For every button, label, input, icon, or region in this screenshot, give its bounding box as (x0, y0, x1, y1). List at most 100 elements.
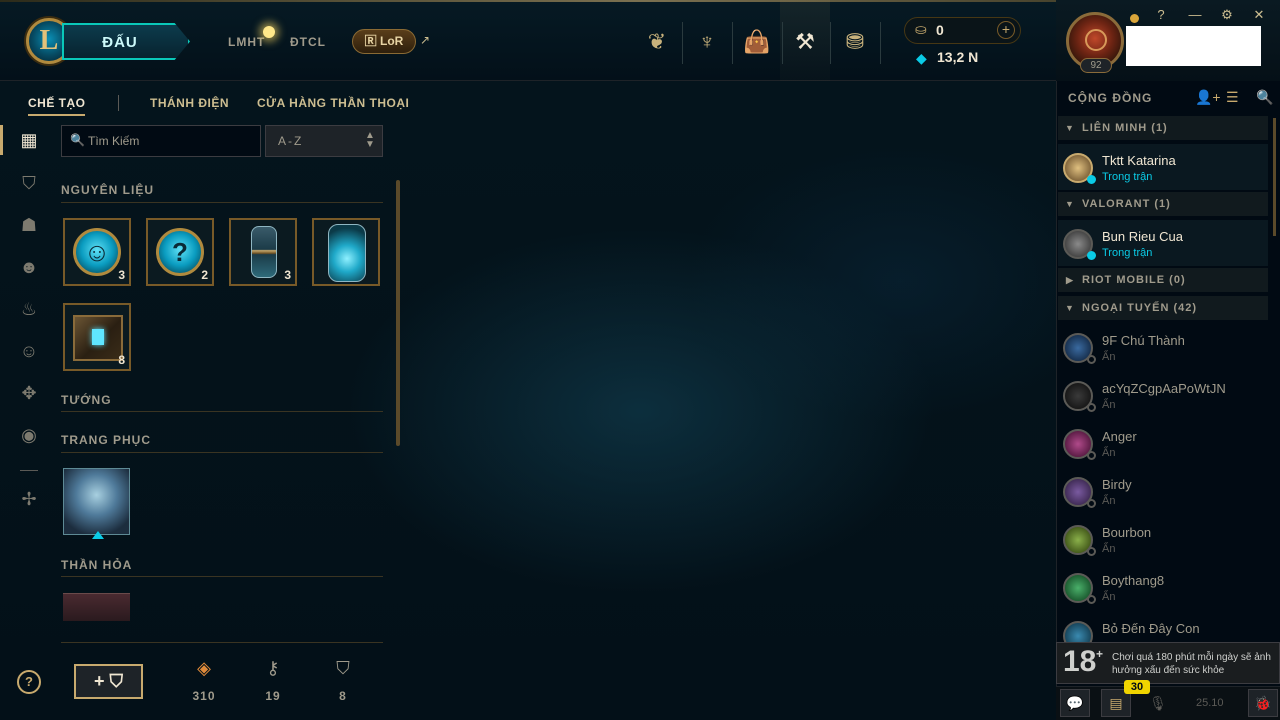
section-divider (61, 202, 383, 203)
add-friend-icon[interactable]: 👤+ (1195, 89, 1221, 106)
help-icon[interactable]: ? (1153, 7, 1169, 22)
orange-essence-icon: ◈ (197, 658, 211, 678)
friend-name: Bourbon (1102, 525, 1152, 540)
settings-icon[interactable]: ⚙ (1219, 7, 1235, 23)
loot-item-emote-orb[interactable]: ☺ 3 (63, 218, 131, 286)
loot-item-hextech-chest[interactable]: 8 (63, 303, 131, 371)
ward-filter-icon[interactable]: ♨ (17, 297, 41, 321)
emote-orb-icon: ☺ (73, 228, 121, 276)
nav-separator (782, 22, 783, 64)
chest-filter-icon[interactable]: ⛉ (17, 171, 41, 195)
loot-count: 3 (118, 268, 125, 282)
health-warning-banner: 18 + Chơi quá 180 phút mỗi ngày sẽ ảnh h… (1056, 642, 1280, 684)
rail-active-bar (0, 125, 3, 155)
skin-filter-icon[interactable]: ☻ (17, 255, 41, 279)
chat-icon[interactable]: 💬 (1060, 689, 1090, 717)
microphone-icon[interactable]: 🎙 (1143, 689, 1173, 717)
chevron-down-icon: ▼ (1065, 123, 1075, 133)
status-dot-icon[interactable] (1130, 14, 1139, 23)
section-materials: NGUYÊN LIỆU (61, 183, 155, 197)
icon-filter-icon[interactable]: ◉ (17, 423, 41, 447)
rp-icon: ⛀ (915, 21, 927, 37)
hextech-chest-icon (73, 315, 123, 361)
loot-item-mystery-orb[interactable]: ? 2 (146, 218, 214, 286)
tab-crafting[interactable]: CHẾ TẠO (28, 96, 86, 110)
loot-item-capsule[interactable]: 3 (229, 218, 297, 286)
friend-item[interactable]: acYqZCgpAaPoWtJN Ẩn (1058, 372, 1268, 418)
list-view-icon[interactable]: ☰ (1226, 89, 1239, 106)
minimize-icon[interactable]: — (1187, 7, 1203, 22)
loot-crafting-icon[interactable]: ⚒ (785, 22, 825, 62)
loot-count: 2 (201, 268, 208, 282)
chevron-down-icon: ▼ (1065, 199, 1075, 209)
blue-essence-icon: ◆ (916, 50, 927, 66)
lor-button[interactable]: 🅁 LoR (352, 29, 416, 54)
friend-item[interactable]: Bun Rieu Cua Trong trận (1058, 220, 1268, 266)
rp-value: 0 (936, 22, 944, 38)
champion-filter-icon[interactable]: ☗ (17, 213, 41, 237)
loot-item-glowing-capsule[interactable] (312, 218, 380, 286)
loot-item-eternal[interactable] (63, 593, 130, 621)
friend-group-header[interactable]: ▼ NGOẠI TUYẾN (42) (1058, 296, 1268, 320)
bottom-divider (61, 642, 383, 643)
bug-report-icon[interactable]: 🐞 (1248, 689, 1278, 717)
search-input[interactable] (88, 132, 256, 150)
friend-group-header[interactable]: ▶ RIOT MOBILE (0) (1058, 268, 1268, 292)
loot-count: 3 (284, 268, 291, 282)
offline-status-icon (1087, 355, 1096, 364)
friend-item[interactable]: Anger Ẩn (1058, 420, 1268, 466)
store-coins-icon[interactable]: ⛃ (835, 22, 875, 62)
emote-filter-icon[interactable]: ☺ (17, 339, 41, 363)
key-value: 19 (265, 689, 281, 703)
tft-filter-icon[interactable]: ✥ (17, 381, 41, 405)
play-button[interactable]: ĐẤU (62, 23, 190, 60)
section-skins: TRANG PHỤC (61, 433, 151, 447)
loot-help-button[interactable]: ? (17, 670, 41, 694)
friend-item[interactable]: Boythang8 Ẩn (1058, 564, 1268, 610)
close-icon[interactable]: ✕ (1251, 7, 1267, 23)
tab-sanctum[interactable]: THÁNH ĐIỆN (150, 96, 229, 110)
friend-status: Ẩn (1102, 399, 1116, 411)
search-icon: 🔍 (70, 133, 85, 147)
special-filter-icon[interactable]: ✢ (17, 487, 41, 511)
mystery-orb-icon: ? (156, 228, 204, 276)
social-scrollbar[interactable] (1273, 118, 1276, 236)
friend-name: Boythang8 (1102, 573, 1165, 588)
chevron-right-icon: ▶ (1066, 275, 1074, 285)
social-search-icon[interactable]: 🔍 (1256, 89, 1273, 106)
friend-item[interactable]: Bỏ Đến Đây Con (1058, 612, 1268, 642)
key-fragment-icon: ⚷ (266, 658, 280, 678)
friend-item[interactable]: Bourbon Ẩn (1058, 516, 1268, 562)
nav-separator (880, 22, 881, 64)
collection-backpack-icon[interactable]: 👜 (737, 22, 777, 62)
profile-crest-icon[interactable]: ♆ (687, 22, 727, 62)
loot-scrollbar[interactable] (396, 180, 400, 446)
sort-value: A-Z (278, 134, 304, 148)
level-badge: 92 (1080, 58, 1112, 73)
tft-link[interactable]: ĐTCL (290, 35, 326, 49)
all-items-grid-icon[interactable]: ▦ (17, 128, 41, 152)
section-divider (61, 452, 383, 453)
section-champions: TƯỚNG (61, 393, 112, 407)
home-lotus-icon[interactable]: ❦ (637, 22, 677, 62)
external-link-icon: ↗ (420, 33, 431, 47)
tab-separator (118, 95, 119, 111)
loot-count: 8 (118, 353, 125, 367)
sort-select[interactable]: A-Z ▲ ▼ (265, 125, 383, 157)
section-divider (61, 411, 383, 412)
friend-name: Birdy (1102, 477, 1132, 492)
craft-key-button[interactable]: + ⛉ (74, 664, 143, 699)
buy-rp-button[interactable]: + (997, 21, 1015, 39)
friend-group-header[interactable]: ▼ VALORANT (1) (1058, 192, 1268, 216)
lmht-link[interactable]: LMHT (228, 35, 265, 49)
friend-avatar (1063, 621, 1093, 642)
section-eternals: THẦN HỎA (61, 558, 133, 572)
friend-item[interactable]: 9F Chú Thành Ẩn (1058, 324, 1268, 370)
chest-value: 8 (339, 689, 347, 703)
friend-item[interactable]: Birdy Ẩn (1058, 468, 1268, 514)
notification-glow-icon (263, 26, 275, 38)
friend-group-header[interactable]: ▼ LIÊN MINH (1) (1058, 116, 1268, 140)
tab-mythic-shop[interactable]: CỬA HÀNG THẦN THOẠI (257, 96, 409, 110)
loot-item-skin[interactable] (63, 468, 130, 535)
friend-item[interactable]: Tktt Katarina Trong trận (1058, 144, 1268, 190)
